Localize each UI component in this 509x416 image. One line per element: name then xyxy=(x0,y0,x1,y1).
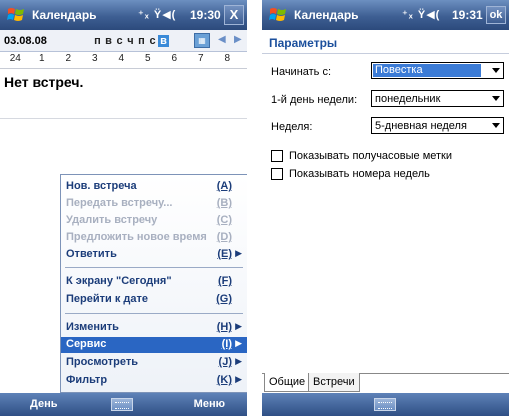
keyboard-icon[interactable] xyxy=(374,398,396,411)
week-label: Неделя: xyxy=(271,121,313,133)
windows-start-icon[interactable] xyxy=(6,5,26,25)
softkey-bar: День Меню xyxy=(0,393,247,416)
chevron-down-icon xyxy=(492,96,500,101)
chevron-down-icon xyxy=(492,123,500,128)
title-bar: Календарь ⁺ₓ Ÿ◀( 19:31 ok xyxy=(262,0,509,30)
tab-appointments[interactable]: Встречи xyxy=(308,373,360,392)
week-numbers-row: 24 1 2 3 4 5 6 7 8 xyxy=(0,53,247,69)
day-number[interactable]: 24 xyxy=(2,53,29,68)
weekday[interactable]: п xyxy=(92,35,103,47)
week-numbers-label: Показывать номера недель xyxy=(289,168,430,180)
week-select[interactable]: 5-дневная неделя xyxy=(371,117,504,134)
status-icons[interactable]: ⁺ₓ Ÿ◀( xyxy=(138,8,176,21)
tab-general[interactable]: Общие xyxy=(264,373,311,392)
softkey-menu[interactable]: Меню xyxy=(194,398,225,410)
title-bar: Календарь ⁺ₓ Ÿ◀( 19:30 X xyxy=(0,0,247,30)
weekday[interactable]: в xyxy=(103,35,114,47)
weekday-strip: п в с ч п с в xyxy=(92,35,169,47)
day-number[interactable]: 6 xyxy=(161,53,188,68)
day-number[interactable]: 7 xyxy=(188,53,215,68)
weekday[interactable]: с xyxy=(147,35,158,47)
context-menu: Нов. встреча (A) Передать встречу... (B)… xyxy=(60,174,247,393)
menu-item-respond[interactable]: Ответить (E) ▶ xyxy=(61,247,247,263)
day-number[interactable]: 8 xyxy=(214,53,241,68)
today-icon[interactable]: ▦ xyxy=(194,33,210,48)
keyboard-icon[interactable] xyxy=(111,398,133,411)
submenu-arrow-icon: ▶ xyxy=(235,374,242,384)
screen-gap xyxy=(247,0,262,416)
menu-item-go-to-date[interactable]: Перейти к дате (G) xyxy=(61,292,247,308)
tab-strip: Общие Встречи xyxy=(262,373,509,393)
menu-item-delete-appointment[interactable]: Удалить встречу (C) xyxy=(61,213,247,229)
weekday[interactable]: п xyxy=(136,35,147,47)
chevron-down-icon xyxy=(492,68,500,73)
app-title: Календарь xyxy=(294,8,359,22)
submenu-arrow-icon: ▶ xyxy=(235,356,242,366)
day-number[interactable]: 3 xyxy=(82,53,109,68)
weekday[interactable]: с xyxy=(114,35,125,47)
menu-item-go-today[interactable]: К экрану "Сегодня" (F) xyxy=(61,274,247,290)
softkey-bar xyxy=(262,393,509,416)
weekday[interactable]: ч xyxy=(125,35,136,47)
day-number[interactable]: 4 xyxy=(108,53,135,68)
clock[interactable]: 19:30 xyxy=(190,8,221,22)
date-header: 03.08.08 п в с ч п с в ▦ ◀ ▶ xyxy=(0,30,247,52)
status-icons[interactable]: ⁺ₓ Ÿ◀( xyxy=(402,8,440,21)
day-number[interactable]: 5 xyxy=(135,53,162,68)
close-button[interactable]: X xyxy=(224,5,244,25)
submenu-arrow-icon: ▶ xyxy=(235,248,242,258)
submenu-arrow-icon: ▶ xyxy=(235,338,242,348)
softkey-day[interactable]: День xyxy=(30,398,58,410)
week-numbers-checkbox[interactable] xyxy=(271,168,283,180)
menu-item-edit[interactable]: Изменить (H) ▶ xyxy=(61,320,247,336)
ok-button[interactable]: ok xyxy=(486,6,506,24)
menu-item-view[interactable]: Просмотреть (J) ▶ xyxy=(61,355,247,371)
start-with-label: Начинать с: xyxy=(271,66,332,78)
divider xyxy=(262,53,509,54)
half-hour-label: Показывать получасовые метки xyxy=(289,150,453,162)
menu-separator xyxy=(65,313,243,314)
options-screen: Календарь ⁺ₓ Ÿ◀( 19:31 ok Параметры Начи… xyxy=(262,0,509,416)
day-number[interactable]: 1 xyxy=(29,53,56,68)
current-date[interactable]: 03.08.08 xyxy=(4,35,47,47)
prev-arrow-icon[interactable]: ◀ xyxy=(218,34,226,45)
submenu-arrow-icon: ▶ xyxy=(235,321,242,331)
next-arrow-icon[interactable]: ▶ xyxy=(234,34,242,45)
day-number[interactable]: 2 xyxy=(55,53,82,68)
menu-item-send-appointment[interactable]: Передать встречу... (B) xyxy=(61,196,247,212)
first-day-label: 1-й день недели: xyxy=(271,94,358,106)
no-events-text: Нет встреч. xyxy=(4,74,84,90)
menu-separator xyxy=(65,267,243,268)
calendar-screen: Календарь ⁺ₓ Ÿ◀( 19:30 X 03.08.08 п в с … xyxy=(0,0,247,416)
windows-start-icon[interactable] xyxy=(268,5,288,25)
app-title: Календарь xyxy=(32,8,97,22)
page-title: Параметры xyxy=(269,36,338,50)
clock[interactable]: 19:31 xyxy=(452,8,483,22)
weekday-selected[interactable]: в xyxy=(158,35,169,47)
first-day-select[interactable]: понедельник xyxy=(371,90,504,107)
menu-item-propose-time[interactable]: Предложить новое время (D) xyxy=(61,230,247,246)
menu-item-tools[interactable]: Сервис (I) ▶ xyxy=(61,337,247,353)
start-with-select[interactable]: Повестка xyxy=(371,62,504,79)
divider xyxy=(0,118,247,119)
menu-item-new-appointment[interactable]: Нов. встреча (A) xyxy=(61,179,247,195)
half-hour-checkbox[interactable] xyxy=(271,150,283,162)
menu-item-filter[interactable]: Фильтр (K) ▶ xyxy=(61,373,247,389)
